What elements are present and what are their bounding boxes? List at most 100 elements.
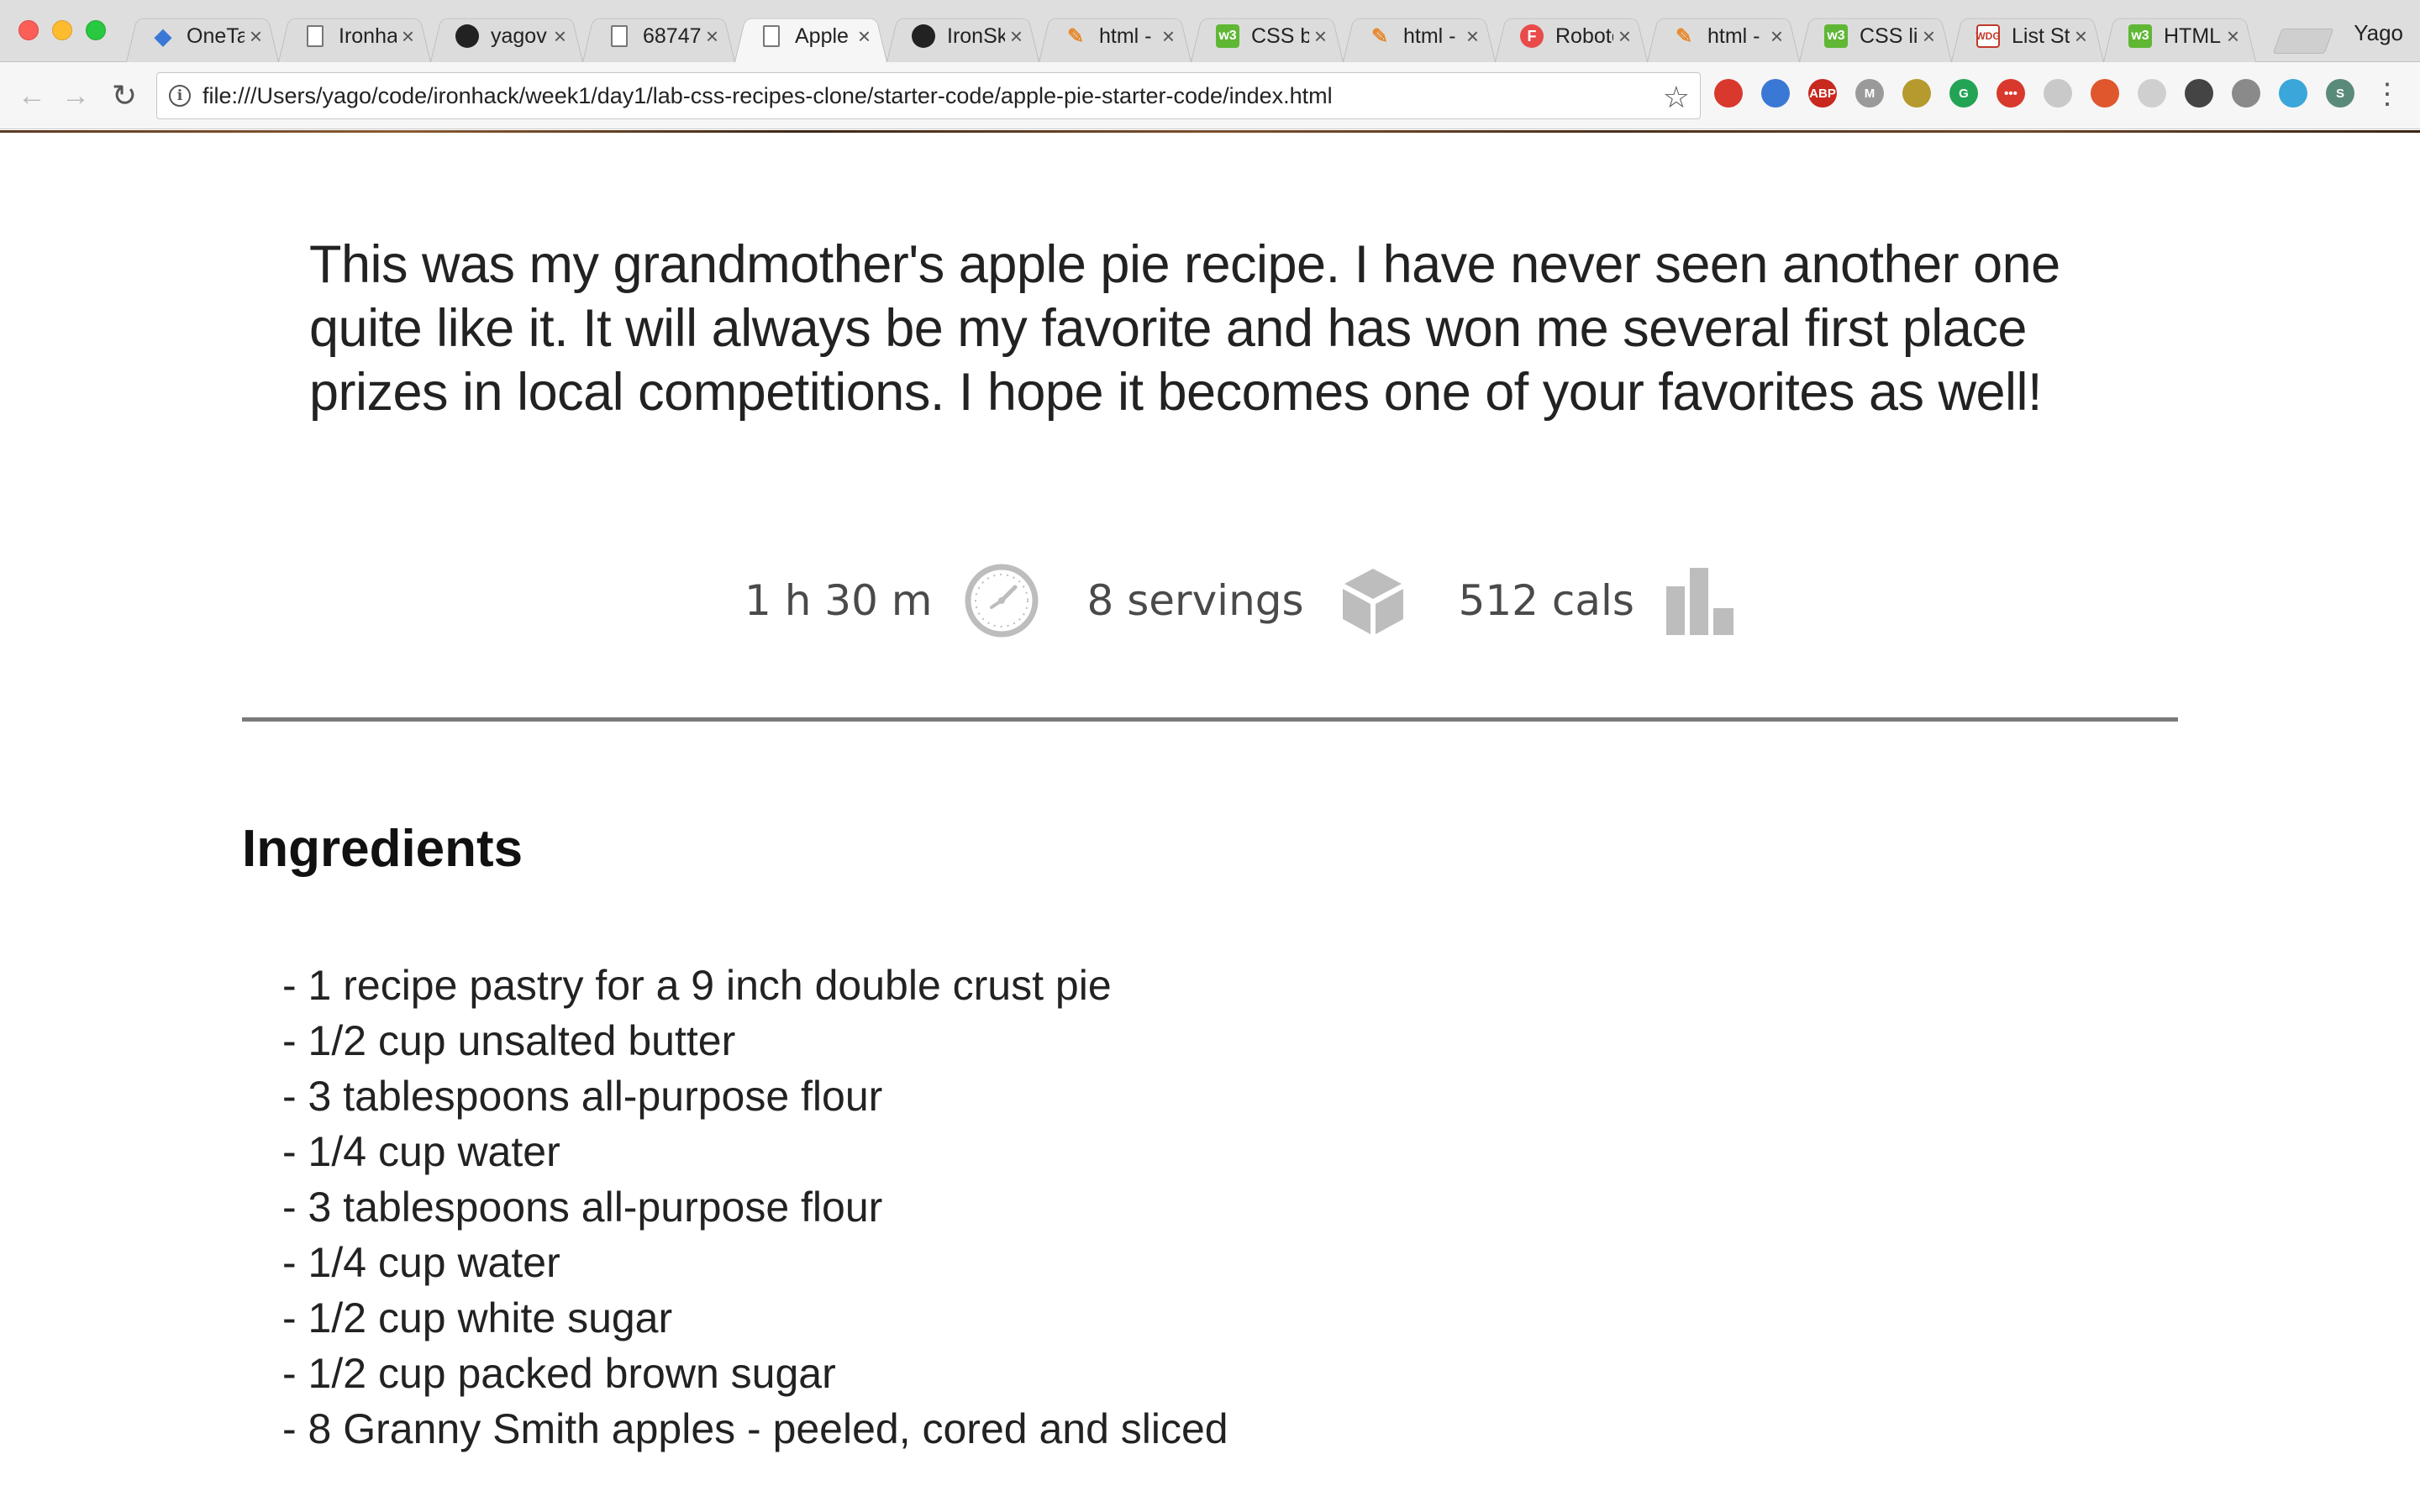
tab-title: Roboto (1555, 24, 1613, 48)
extension-icon[interactable] (2185, 79, 2213, 108)
tab-close-icon[interactable]: × (250, 24, 262, 50)
tab-title: Apple (795, 24, 849, 48)
w3-favicon-icon: w3 (2128, 24, 2152, 48)
tab-list: ◆OneTab×Ironhack×yagov×68747×Apple×IronS… (126, 10, 2255, 62)
tab-close-icon[interactable]: × (1466, 24, 1479, 50)
bar-chart-icon (1665, 568, 1733, 635)
ingredient-item: - 1/2 cup unsalted butter (282, 1017, 736, 1064)
extension-icon[interactable] (2279, 79, 2307, 108)
new-tab-button[interactable] (2272, 29, 2334, 54)
tab-title: HTML (2164, 24, 2222, 48)
ingredients-heading: Ingredients (242, 820, 523, 878)
browser-tab[interactable]: w3 HTML × (2103, 10, 2256, 62)
reload-button[interactable]: ↻ (106, 77, 143, 114)
tab-close-icon[interactable]: × (1618, 24, 1631, 50)
doc-favicon-icon (307, 25, 324, 47)
wdg-favicon-icon: WDG (1975, 24, 2001, 48)
extension-icon[interactable]: M (1855, 79, 1884, 108)
extension-bar: ABP M G ••• S (1714, 79, 2354, 108)
doc-favicon-icon (763, 25, 780, 47)
back-button[interactable]: ← (13, 77, 50, 114)
arrow-right-icon: → (61, 79, 90, 112)
tab-title: List St (2012, 24, 2070, 48)
browser-tab[interactable]: ◆ OneTab× (126, 10, 279, 62)
extension-icon[interactable] (2138, 79, 2166, 108)
tab-close-icon[interactable]: × (554, 24, 566, 50)
diamond-favicon-icon: ◆ (155, 23, 171, 49)
forward-button[interactable]: → (57, 77, 94, 114)
ingredient-item: - 1/4 cup water (282, 1239, 560, 1286)
tab-title: html - (1403, 24, 1456, 48)
extension-icon[interactable] (1902, 79, 1931, 108)
browser-tab[interactable]: w3 CSS lis× (1799, 10, 1952, 62)
tab-close-icon[interactable]: × (1010, 24, 1023, 50)
browser-tab[interactable]: IronSk × (886, 10, 1039, 62)
browser-tab[interactable]: WDG List St × (1951, 10, 2104, 62)
w3-favicon-icon: w3 (1824, 24, 1848, 48)
tab-close-icon[interactable]: × (402, 24, 414, 50)
ingredient-item: - 8 Granny Smith apples - peeled, cored … (282, 1405, 1228, 1452)
calories: 512 cals (1458, 576, 1634, 625)
extension-icon[interactable] (2091, 79, 2119, 108)
browser-tab[interactable]: F Roboto× (1495, 10, 1648, 62)
tab-close-icon[interactable]: × (858, 24, 871, 50)
maximize-window-button[interactable] (86, 20, 106, 40)
github-favicon-icon (912, 24, 935, 48)
browser-tab[interactable]: ✎ html - × (1039, 10, 1192, 62)
browser-tab[interactable]: yagov × (430, 10, 583, 62)
tab-close-icon[interactable]: × (1314, 24, 1327, 50)
tab-title: IronSk (947, 24, 1005, 48)
bookmark-star-icon[interactable]: ☆ (1663, 80, 1690, 115)
profile-button[interactable]: Yago (2354, 20, 2403, 46)
browser-tab[interactable]: Ironhack× (278, 10, 431, 62)
extension-icon[interactable]: ABP (1808, 79, 1837, 108)
pie-slices-icon (1342, 569, 1403, 634)
close-window-button[interactable] (18, 20, 39, 40)
tab-close-icon[interactable]: × (706, 24, 718, 50)
tab-title: CSS b (1251, 24, 1309, 48)
browser-tab[interactable]: w3 CSS b × (1191, 10, 1344, 62)
servings: 8 servings (1086, 576, 1304, 625)
ingredients-list: - 1 recipe pastry for a 9 inch double cr… (282, 958, 1228, 1457)
w3-favicon-icon: w3 (1216, 24, 1239, 48)
browser-tab[interactable]: ✎ html - × (1343, 10, 1496, 62)
url-text[interactable]: file:///Users/yago/code/ironhack/week1/d… (203, 83, 1333, 109)
clock-icon (965, 564, 1039, 638)
tab-close-icon[interactable]: × (2227, 24, 2239, 50)
extension-icon[interactable]: ••• (1996, 79, 2025, 108)
tab-close-icon[interactable]: × (1162, 24, 1175, 50)
ingredient-item: - 3 tablespoons all-purpose flour (282, 1073, 883, 1120)
section-divider (242, 717, 2178, 722)
tab-close-icon[interactable]: × (2075, 24, 2087, 50)
extension-icon[interactable]: G (1949, 79, 1978, 108)
browser-toolbar: ← → ↻ i file:///Users/yago/code/ironhack… (0, 62, 2420, 129)
tab-title: html - (1707, 24, 1760, 48)
arrow-left-icon: ← (18, 79, 46, 112)
tab-title: 68747 (643, 24, 701, 48)
tab-title: Ironhack (339, 24, 397, 48)
hero-image-edge (0, 130, 2420, 133)
browser-tab-strip: ◆OneTab×Ironhack×yagov×68747×Apple×IronS… (0, 0, 2420, 62)
info-icon[interactable]: i (169, 85, 191, 107)
ingredient-item: - 1 recipe pastry for a 9 inch double cr… (282, 962, 1112, 1009)
pen-favicon-icon: ✎ (1675, 24, 1693, 48)
browser-tab[interactable]: ✎ html - × (1647, 10, 1800, 62)
browser-menu-icon[interactable]: ⋮ (2373, 77, 2402, 111)
tab-close-icon[interactable]: × (1923, 24, 1935, 50)
ingredient-item: - 3 tablespoons all-purpose flour (282, 1184, 883, 1231)
extension-icon[interactable] (1714, 79, 1743, 108)
github-favicon-icon (455, 24, 479, 48)
extension-icon[interactable] (2044, 79, 2072, 108)
browser-tab[interactable]: 68747 × (582, 10, 735, 62)
cook-time: 1 h 30 m (744, 576, 933, 625)
pen-favicon-icon: ✎ (1370, 24, 1389, 48)
browser-tab[interactable]: Apple × (734, 10, 887, 62)
pen-favicon-icon: ✎ (1066, 24, 1085, 48)
minimize-window-button[interactable] (52, 20, 72, 40)
extension-icon[interactable] (2232, 79, 2260, 108)
extension-icon[interactable]: S (2326, 79, 2354, 108)
address-bar[interactable]: i file:///Users/yago/code/ironhack/week1… (156, 72, 1701, 119)
extension-icon[interactable] (1761, 79, 1790, 108)
tab-close-icon[interactable]: × (1770, 24, 1783, 50)
reload-icon: ↻ (111, 78, 138, 113)
